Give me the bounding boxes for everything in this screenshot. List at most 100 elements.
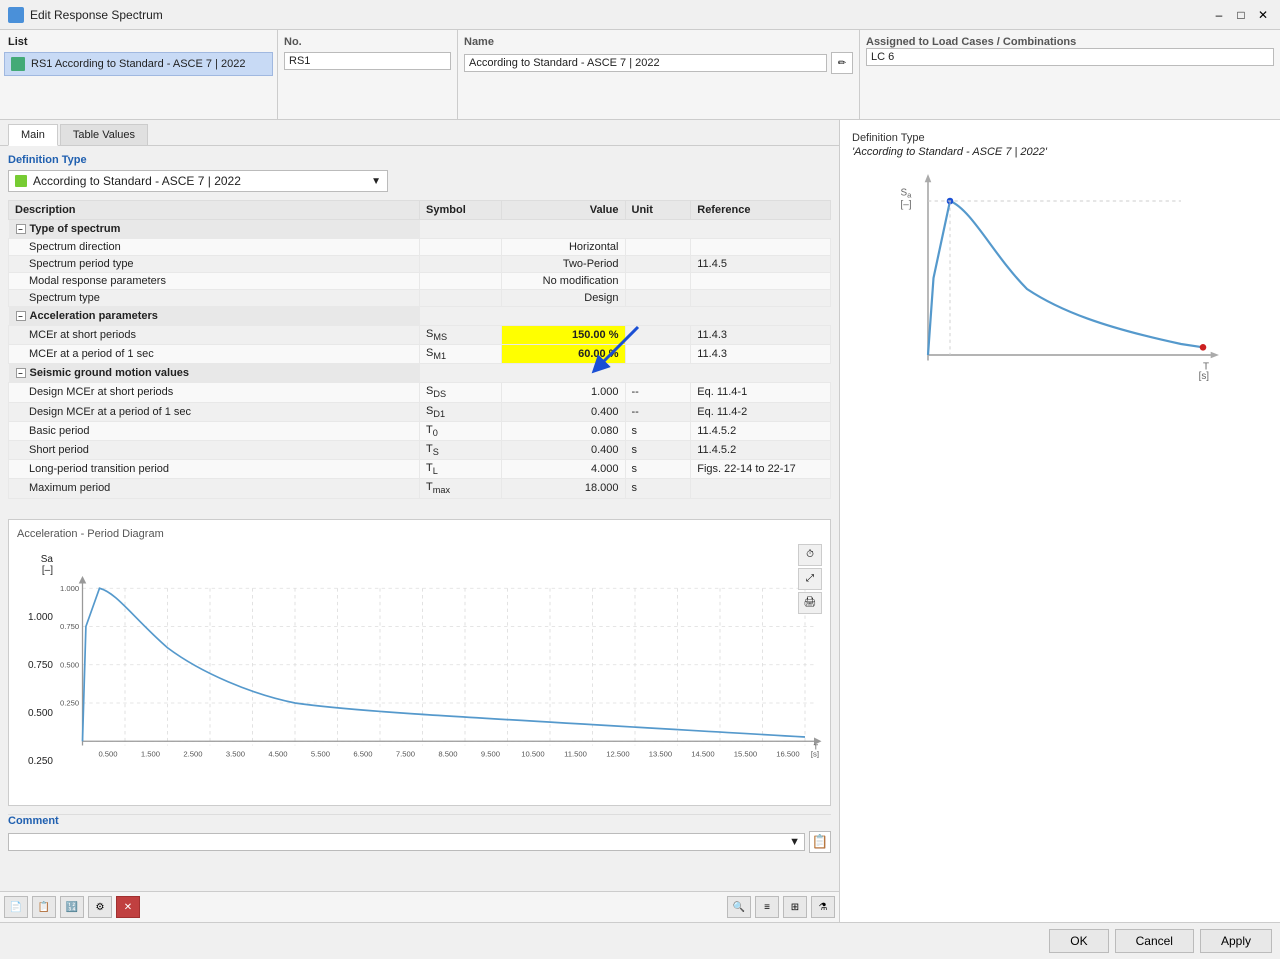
- new-button[interactable]: 📄: [4, 896, 28, 918]
- delete-button[interactable]: ✕: [116, 896, 140, 918]
- row-period-type-ref: 11.4.5: [691, 256, 831, 273]
- list-header: List: [4, 34, 273, 50]
- list-item-icon: [11, 57, 25, 71]
- list-item[interactable]: RS1 According to Standard - ASCE 7 | 202…: [4, 52, 273, 76]
- row-spectrum-type-unit: [625, 290, 691, 307]
- search-button[interactable]: 🔍: [727, 896, 751, 918]
- settings-button[interactable]: ⚙: [88, 896, 112, 918]
- row-ts-value: 0.400: [502, 440, 625, 459]
- title-bar: Edit Response Spectrum – □ ✕: [0, 0, 1280, 30]
- tab-main[interactable]: Main: [8, 124, 58, 146]
- diagram-title: Acceleration - Period Diagram: [17, 528, 822, 540]
- name-input[interactable]: According to Standard - ASCE 7 | 2022: [464, 54, 827, 72]
- assigned-value: LC 6: [866, 48, 1274, 66]
- row-period-type-desc: Spectrum period type: [9, 256, 420, 273]
- row-mcer-1sec-ref: 11.4.3: [691, 345, 831, 364]
- window-title: Edit Response Spectrum: [30, 8, 163, 22]
- row-mcer-1sec-unit: [625, 345, 691, 364]
- apply-button[interactable]: Apply: [1200, 929, 1272, 953]
- svg-text:Sa: Sa: [901, 188, 913, 200]
- row-period-type-symbol: [420, 256, 502, 273]
- row-sd1-value: 0.400: [502, 402, 625, 421]
- right-panel: Definition Type 'According to Standard -…: [840, 120, 1280, 922]
- col-header-unit: Unit: [625, 201, 691, 220]
- row-period-type-value: Two-Period: [502, 256, 625, 273]
- row-sds-value: 1.000: [502, 383, 625, 402]
- section-seismic: – Seismic ground motion values: [9, 364, 831, 383]
- svg-text:0.500: 0.500: [60, 660, 79, 669]
- chart-tool-clock[interactable]: ⏱: [798, 544, 822, 566]
- filter-button[interactable]: ⚗: [811, 896, 835, 918]
- mini-chart-container: Sa [–] T [s]: [852, 168, 1268, 910]
- comment-section: Comment ▼ 📋: [8, 814, 831, 853]
- svg-text:2.500: 2.500: [183, 749, 202, 758]
- ok-button[interactable]: OK: [1049, 929, 1108, 953]
- copy-button[interactable]: 📋: [32, 896, 56, 918]
- list-view-button[interactable]: ≡: [755, 896, 779, 918]
- minimize-button[interactable]: –: [1210, 6, 1228, 24]
- y-axis-labels: Sa[–] 1.000 0.750 0.500 0.250: [17, 544, 57, 797]
- right-def-type-label: Definition Type: [852, 132, 1268, 144]
- no-panel: No. RS1: [278, 30, 458, 119]
- row-ts-ref: 11.4.5.2: [691, 440, 831, 459]
- name-label: Name: [464, 36, 853, 48]
- close-button[interactable]: ✕: [1254, 6, 1272, 24]
- name-edit-button[interactable]: ✏: [831, 52, 853, 74]
- row-mcer-short-value[interactable]: 150.00 %: [502, 326, 625, 345]
- table-row: Spectrum direction Horizontal: [9, 239, 831, 256]
- def-type-dropdown[interactable]: According to Standard - ASCE 7 | 2022 ▼: [8, 170, 388, 192]
- row-mcer-short-symbol: SMS: [420, 326, 502, 345]
- cancel-button[interactable]: Cancel: [1115, 929, 1194, 953]
- chart-area: 0.500 1.500 2.500 3.500 4.500 5.500 6.50…: [57, 544, 822, 797]
- acceleration-diagram: Acceleration - Period Diagram Sa[–] 1.00…: [8, 519, 831, 806]
- section-accel-params: – Acceleration parameters: [9, 307, 831, 326]
- assigned-panel: Assigned to Load Cases / Combinations LC…: [860, 30, 1280, 119]
- svg-text:16.500: 16.500: [776, 749, 799, 758]
- row-sds-symbol: SDS: [420, 383, 502, 402]
- row-tmax-ref: [691, 479, 831, 498]
- row-t0-unit: s: [625, 421, 691, 440]
- row-ts-unit: s: [625, 440, 691, 459]
- top-bar: List RS1 According to Standard - ASCE 7 …: [0, 30, 1280, 120]
- row-spectrum-type-desc: Spectrum type: [9, 290, 420, 307]
- row-modal-value: No modification: [502, 273, 625, 290]
- row-tmax-symbol: Tmax: [420, 479, 502, 498]
- row-mcer-1sec-desc: MCEr at a period of 1 sec: [9, 345, 420, 364]
- row-modal-symbol: [420, 273, 502, 290]
- y-val-2: 0.750: [17, 660, 53, 671]
- chart-tool-print[interactable]: 🖨: [798, 592, 822, 614]
- row-spectrum-direction-symbol: [420, 239, 502, 256]
- table-row: Modal response parameters No modificatio…: [9, 273, 831, 290]
- name-panel: Name According to Standard - ASCE 7 | 20…: [458, 30, 860, 119]
- row-sds-desc: Design MCEr at short periods: [9, 383, 420, 402]
- comment-label: Comment: [8, 815, 831, 827]
- table-view-button[interactable]: ⊞: [783, 896, 807, 918]
- dropdown-arrow-icon: ▼: [371, 176, 381, 187]
- chart-tool-zoom[interactable]: ⤢: [798, 568, 822, 590]
- def-type-dot: [15, 175, 27, 187]
- comment-dropdown[interactable]: ▼: [8, 833, 805, 851]
- row-tmax-desc: Maximum period: [9, 479, 420, 498]
- table-row: MCEr at a period of 1 sec SM1 60.00 % 11…: [9, 345, 831, 364]
- maximize-button[interactable]: □: [1232, 6, 1250, 24]
- table-row: Basic period T0 0.080 s 11.4.5.2: [9, 421, 831, 440]
- collapse-btn-seismic[interactable]: –: [16, 368, 26, 378]
- row-mcer-short-unit: [625, 326, 691, 345]
- collapse-btn-accel[interactable]: –: [16, 311, 26, 321]
- svg-text:8.500: 8.500: [438, 749, 457, 758]
- toolbar-spacer: [144, 896, 723, 918]
- row-spectrum-direction-unit: [625, 239, 691, 256]
- y-val-4: 0.250: [17, 756, 53, 767]
- row-tmax-unit: s: [625, 479, 691, 498]
- def-type-value: According to Standard - ASCE 7 | 2022: [33, 174, 241, 188]
- row-mcer-1sec-value[interactable]: 60.00 %: [502, 345, 625, 364]
- right-def-type-value: 'According to Standard - ASCE 7 | 2022': [852, 146, 1268, 158]
- tab-table-values[interactable]: Table Values: [60, 124, 148, 145]
- comment-paste-button[interactable]: 📋: [809, 831, 831, 853]
- main-tab-content: Definition Type According to Standard - …: [0, 146, 839, 891]
- renumber-button[interactable]: 🔢: [60, 896, 84, 918]
- row-spectrum-direction-value: Horizontal: [502, 239, 625, 256]
- section-seismic-label: Seismic ground motion values: [30, 367, 190, 379]
- row-spectrum-type-ref: [691, 290, 831, 307]
- collapse-btn-type[interactable]: –: [16, 224, 26, 234]
